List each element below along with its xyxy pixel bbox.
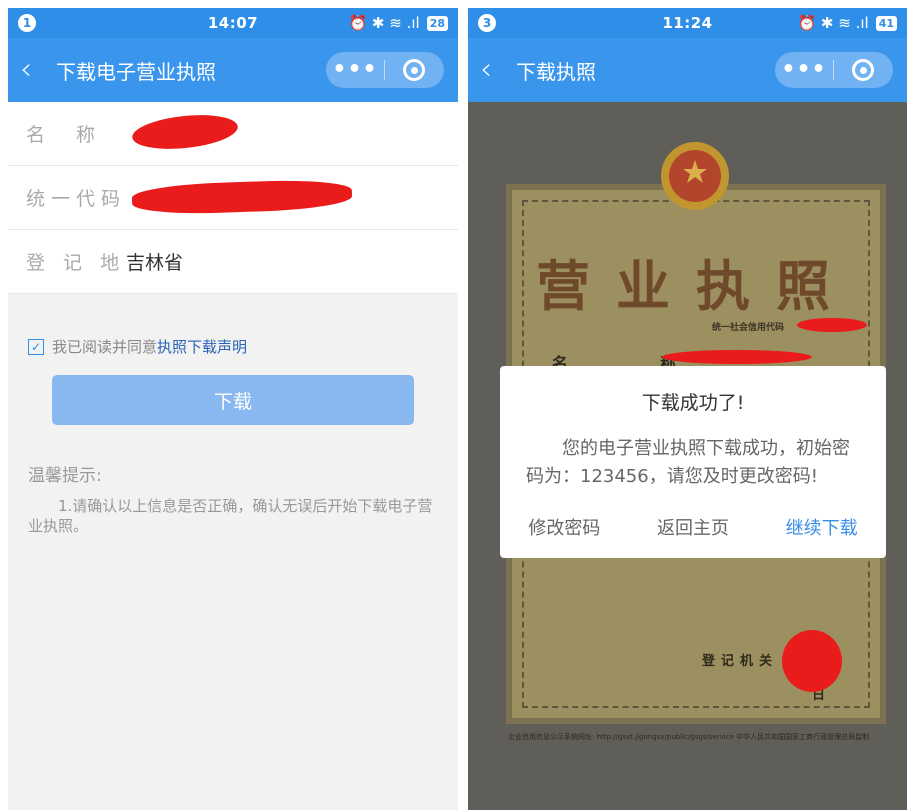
battery-icon: 28: [426, 15, 448, 31]
change-password-button[interactable]: 修改密码: [528, 514, 600, 540]
target-icon: [403, 59, 425, 81]
download-license-screen: 1 14:07 ⏰ ✱ ≋ .ıl 28 ‹ 下载电子营业执照 ••• 名 称 …: [8, 8, 458, 810]
miniprogram-capsule: •••: [326, 52, 444, 88]
page-title: 下载执照: [516, 59, 596, 84]
form-row-code: 统一代码: [8, 166, 458, 230]
back-arrow-icon[interactable]: ‹: [480, 55, 508, 85]
signal-icons: ⏰ ✱ ≋ .ıl: [348, 14, 420, 32]
name-label: 名 称: [26, 124, 102, 146]
redaction-mark: [130, 110, 240, 154]
license-title: 营业执照: [536, 254, 856, 318]
close-miniprogram-button[interactable]: [834, 59, 892, 81]
redaction-mark: [662, 350, 812, 364]
tip-body: 1.请确认以上信息是否正确，确认无误后开始下载电子营业执照。: [28, 497, 433, 535]
status-bar: 1 14:07 ⏰ ✱ ≋ .ıl 28: [8, 8, 458, 38]
registration-office-label: 登记机关: [702, 654, 779, 669]
continue-download-button[interactable]: 继续下载: [786, 514, 858, 540]
status-icons: ⏰ ✱ ≋ .ıl 41: [797, 14, 897, 32]
code-label: 统一代码: [26, 188, 127, 210]
close-miniprogram-button[interactable]: [385, 59, 443, 81]
battery-icon: 41: [875, 15, 897, 31]
download-success-dialog: 下载成功了! 您的电子营业执照下载成功，初始密码为：123456，请您及时更改密…: [500, 366, 886, 558]
form-row-name: 名 称: [8, 102, 458, 166]
download-button[interactable]: 下载: [52, 375, 414, 425]
national-emblem-icon: [661, 142, 729, 210]
dialog-actions: 修改密码 返回主页 继续下载: [500, 514, 886, 540]
dialog-title: 下载成功了!: [641, 392, 745, 414]
redaction-mark: [131, 178, 353, 216]
seal-redaction: [782, 630, 842, 692]
target-icon: [852, 59, 874, 81]
back-arrow-icon[interactable]: ‹: [20, 55, 48, 85]
region-value: 吉林省: [126, 252, 184, 274]
region-label: 登 记 地: [26, 252, 126, 274]
tip-title: 温馨提示:: [28, 466, 102, 486]
more-menu-button[interactable]: •••: [326, 59, 384, 81]
download-success-screen: 3 11:24 ⏰ ✱ ≋ .ıl 41 ‹ 下载执照 ••• 营业执照 统一社…: [468, 8, 907, 810]
nav-bar: ‹ 下载执照 •••: [468, 38, 907, 102]
agree-text: 我已阅读并同意: [52, 338, 158, 356]
agree-checkbox[interactable]: ✓: [28, 338, 44, 355]
signal-icons: ⏰ ✱ ≋ .ıl: [797, 14, 869, 32]
form-row-region: 登 记 地 吉林省: [8, 230, 458, 294]
agreement-row[interactable]: ✓ 我已阅读并同意 执照下载声明: [28, 336, 458, 357]
more-menu-button[interactable]: •••: [775, 59, 833, 81]
dialog-message: 您的电子营业执照下载成功，初始密码为：123456，请您及时更改密码!: [526, 438, 850, 487]
disclaimer-link[interactable]: 执照下载声明: [157, 336, 247, 357]
license-footer-text: 企业信用信息公示系统网址: http://gsxt.jlgongsx/publi…: [508, 733, 870, 741]
status-icons: ⏰ ✱ ≋ .ıl 28: [348, 14, 448, 32]
nav-bar: ‹ 下载电子营业执照 •••: [8, 38, 458, 102]
page-title: 下载电子营业执照: [56, 59, 216, 84]
back-home-button[interactable]: 返回主页: [657, 514, 729, 540]
credit-code-label: 统一社会信用代码: [712, 323, 785, 333]
redaction-mark: [797, 318, 867, 332]
license-info-form: 名 称 统一代码 登 记 地 吉林省: [8, 102, 458, 294]
status-bar: 3 11:24 ⏰ ✱ ≋ .ıl 41: [468, 8, 907, 38]
miniprogram-capsule: •••: [775, 52, 893, 88]
